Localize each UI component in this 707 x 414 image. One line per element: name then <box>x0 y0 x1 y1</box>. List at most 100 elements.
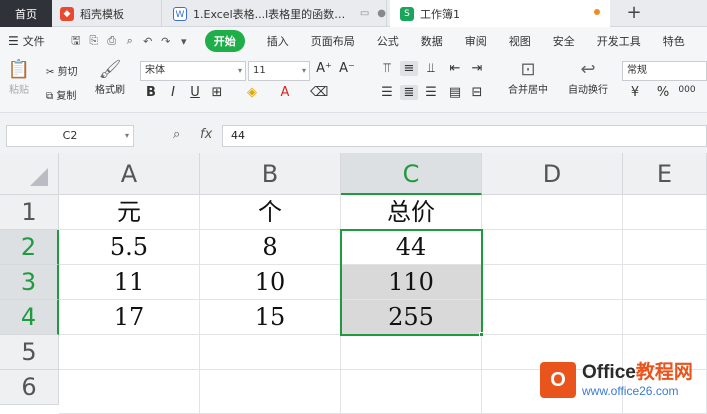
column-header-c[interactable]: C <box>341 153 482 195</box>
tab-docer-templates[interactable]: ◆ 稻壳模板 <box>52 0 162 27</box>
column-header-d[interactable]: D <box>482 153 623 195</box>
underline-button[interactable]: U <box>186 85 204 100</box>
row-header-2[interactable]: 2 <box>0 230 59 265</box>
tab-excel-doc[interactable]: W 1.Excel表格...l表格里的函数公式 ▭ ● <box>163 0 387 27</box>
cell-d3[interactable] <box>482 265 623 300</box>
cell-c2[interactable]: 44 <box>341 230 482 265</box>
cell-a1[interactable]: 元 <box>59 195 200 230</box>
zoom-lookup-icon[interactable]: ⌕ <box>173 127 180 142</box>
copy-button[interactable]: ⧉ 复制 <box>46 87 76 102</box>
cell-d2[interactable] <box>482 230 623 265</box>
cell-b3[interactable]: 10 <box>200 265 341 300</box>
save-icon[interactable]: 🖫 <box>67 32 85 51</box>
italic-button[interactable]: I <box>164 85 182 100</box>
cell-d1[interactable] <box>482 195 623 230</box>
percent-button[interactable]: % <box>654 85 672 100</box>
redo-icon[interactable]: ↷ <box>157 35 175 48</box>
column-header-e[interactable]: E <box>623 153 707 195</box>
indent-increase-icon[interactable]: ⇥ <box>468 61 486 76</box>
column-header-a[interactable]: A <box>59 153 200 195</box>
wrap-text-button[interactable]: ↩ 自动换行 <box>562 59 614 96</box>
formula-input[interactable]: 44 <box>222 125 707 147</box>
cell-d4[interactable] <box>482 300 623 335</box>
menu-developer[interactable]: 开发工具 <box>597 33 641 49</box>
cell-b6[interactable] <box>200 370 341 414</box>
row-header-6[interactable]: 6 <box>0 370 59 405</box>
grow-font-button[interactable]: A⁺ <box>315 61 333 76</box>
borders-icon[interactable]: ⊞ <box>208 85 226 100</box>
column-header-b[interactable]: B <box>200 153 341 195</box>
fill-color-icon[interactable]: ◈ <box>243 85 261 100</box>
font-color-icon[interactable]: A <box>276 85 294 100</box>
row-header-4[interactable]: 4 <box>0 300 59 335</box>
cell-e1[interactable] <box>623 195 707 230</box>
thousands-button[interactable]: 000 <box>678 85 696 95</box>
align-bottom-icon[interactable]: ⫫ <box>422 61 440 76</box>
monitor-icon[interactable]: ▭ <box>360 8 369 19</box>
number-format-select[interactable]: 常规 <box>622 61 707 81</box>
name-box[interactable]: C2 ▾ <box>6 125 134 147</box>
justify-icon[interactable]: ▤ <box>446 85 464 100</box>
indent-decrease-icon[interactable]: ⇤ <box>446 61 464 76</box>
writer-doc-icon: W <box>173 6 187 21</box>
shrink-font-button[interactable]: A⁻ <box>338 61 356 76</box>
tab-home[interactable]: 首页 <box>0 0 52 27</box>
paste-button[interactable]: 📋 粘贴 <box>4 59 34 96</box>
menu-features[interactable]: 特色 <box>663 33 685 49</box>
select-all-corner[interactable] <box>0 153 59 195</box>
cell-b2[interactable]: 8 <box>200 230 341 265</box>
align-left-icon[interactable]: ☰ <box>378 85 396 100</box>
menu-file[interactable]: ☰ 文件 <box>8 33 45 49</box>
cell-c6[interactable] <box>341 370 482 414</box>
cut-button[interactable]: ✂ 剪切 <box>46 63 78 78</box>
format-painter-button[interactable]: 🖌 格式刷 <box>92 59 128 96</box>
font-name-select[interactable]: 宋体 ▾ <box>140 61 246 81</box>
cell-a6[interactable] <box>59 370 200 414</box>
row-header-5[interactable]: 5 <box>0 335 59 370</box>
cell-e4[interactable] <box>623 300 707 335</box>
new-tab-button[interactable]: + <box>622 2 646 24</box>
number-format-value: 常规 <box>627 65 647 76</box>
export-icon[interactable]: ⎘ <box>85 34 103 48</box>
chevron-down-icon[interactable]: ▾ <box>175 35 193 48</box>
cell-c5[interactable] <box>341 335 482 370</box>
fill-handle[interactable] <box>479 332 484 337</box>
menu-formulas[interactable]: 公式 <box>377 33 399 49</box>
cell-a4[interactable]: 17 <box>59 300 200 335</box>
row-header-3[interactable]: 3 <box>0 265 59 300</box>
cell-c4[interactable]: 255 <box>341 300 482 335</box>
cell-c3[interactable]: 110 <box>341 265 482 300</box>
currency-button[interactable]: ¥ <box>626 85 644 100</box>
bold-button[interactable]: B <box>142 85 160 100</box>
font-size-select[interactable]: 11 ▾ <box>248 61 310 81</box>
cell-a3[interactable]: 11 <box>59 265 200 300</box>
menu-data[interactable]: 数据 <box>421 33 443 49</box>
align-middle-icon[interactable]: ≡ <box>400 61 418 76</box>
align-top-icon[interactable]: ⫪ <box>378 61 396 76</box>
merge-center-button[interactable]: ⊡ 合并居中 <box>500 59 556 96</box>
cell-b1[interactable]: 个 <box>200 195 341 230</box>
cell-b5[interactable] <box>200 335 341 370</box>
cell-a5[interactable] <box>59 335 200 370</box>
menu-page-layout[interactable]: 页面布局 <box>311 33 355 49</box>
menu-security[interactable]: 安全 <box>553 33 575 49</box>
align-right-icon[interactable]: ☰ <box>422 85 440 100</box>
cell-a2[interactable]: 5.5 <box>59 230 200 265</box>
cell-e3[interactable] <box>623 265 707 300</box>
cell-b4[interactable]: 15 <box>200 300 341 335</box>
tab-workbook1[interactable]: S 工作簿1 <box>390 0 610 27</box>
print-preview-icon[interactable]: ⌕ <box>121 34 139 48</box>
menu-view[interactable]: 视图 <box>509 33 531 49</box>
menu-start[interactable]: 开始 <box>204 30 245 52</box>
align-center-icon[interactable]: ≣ <box>400 85 418 100</box>
menu-insert[interactable]: 插入 <box>267 33 289 49</box>
distributed-icon[interactable]: ⊟ <box>468 85 486 100</box>
print-icon[interactable]: ⎙ <box>103 34 121 48</box>
clear-format-icon[interactable]: ⌫ <box>310 85 328 100</box>
row-header-1[interactable]: 1 <box>0 195 59 230</box>
fx-icon[interactable]: fx <box>200 127 212 142</box>
undo-icon[interactable]: ↶ <box>139 35 157 48</box>
menu-review[interactable]: 审阅 <box>465 33 487 49</box>
cell-c1[interactable]: 总价 <box>341 195 482 230</box>
cell-e2[interactable] <box>623 230 707 265</box>
